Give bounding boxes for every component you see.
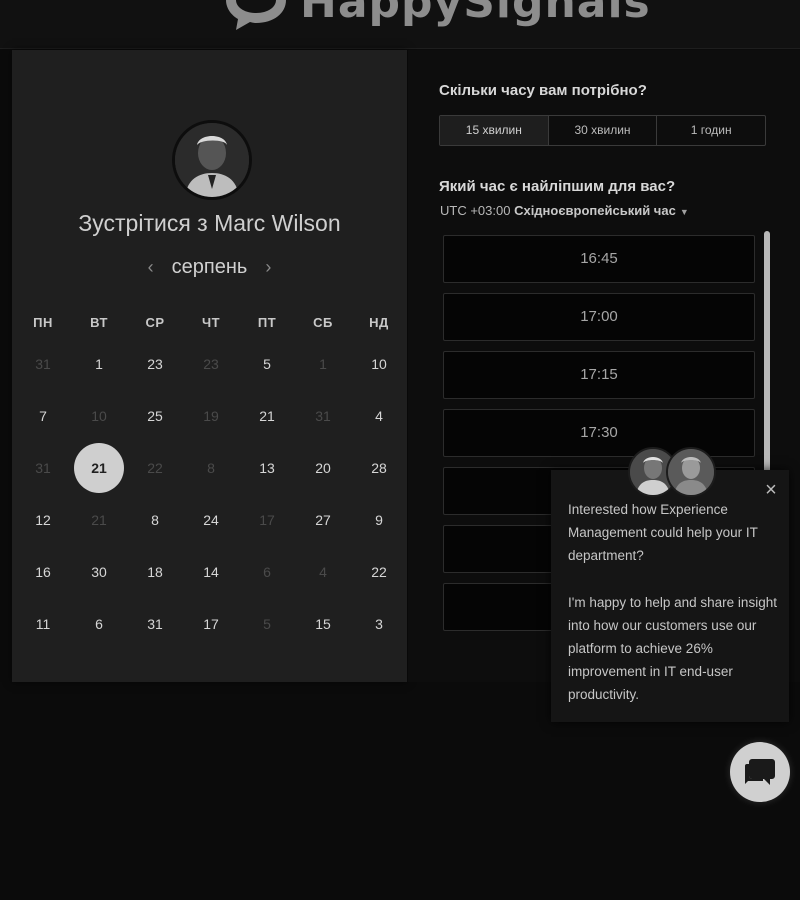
- chat-popup: × Interested how Experience Management c…: [551, 470, 789, 722]
- calendar-day[interactable]: 16: [18, 547, 68, 597]
- calendar-day[interactable]: 13: [242, 443, 292, 493]
- calendar-day[interactable]: 15: [298, 599, 348, 649]
- calendar-week-row: 31 21 22 8 13 20 28: [15, 442, 407, 494]
- top-header: HappySignals: [0, 0, 800, 49]
- calendar-day[interactable]: 12: [18, 495, 68, 545]
- calendar-day[interactable]: 1: [74, 339, 124, 389]
- calendar-day: 8: [207, 460, 215, 476]
- host-avatar: [172, 120, 252, 200]
- next-month-button[interactable]: ›: [261, 257, 275, 278]
- time-slot[interactable]: 17:00: [443, 293, 755, 341]
- calendar-day: 19: [203, 408, 219, 424]
- calendar-day: 10: [91, 408, 107, 424]
- chat-launcher-button[interactable]: [730, 742, 790, 802]
- duration-question: Скільки часу вам потрібно?: [439, 82, 647, 99]
- weekday-label: СБ: [313, 314, 333, 330]
- weekday-label: ЧТ: [201, 314, 221, 330]
- person-photo-icon: [175, 123, 249, 197]
- meeting-title: Зустрітися з Marc Wilson: [78, 210, 341, 236]
- calendar-day[interactable]: 18: [130, 547, 180, 597]
- weekday-label: НД: [369, 314, 389, 330]
- calendar-week-row: 16 30 18 14 6 4 22: [15, 546, 407, 598]
- calendar-day[interactable]: 22: [354, 547, 404, 597]
- calendar-day: 31: [35, 356, 51, 372]
- calendar-day[interactable]: 30: [74, 547, 124, 597]
- time-slot[interactable]: 17:15: [443, 351, 755, 399]
- calendar-day: 6: [263, 564, 271, 580]
- calendar-day: 1: [319, 356, 327, 372]
- month-navigation: ‹ серпень ›: [12, 256, 407, 279]
- chat-message-paragraph: Interested how Experience Management cou…: [568, 502, 758, 564]
- calendar-day[interactable]: 3: [354, 599, 404, 649]
- calendar-day[interactable]: 7: [18, 391, 68, 441]
- calendar-day: 5: [263, 616, 271, 632]
- chat-bubble-icon: [745, 759, 775, 785]
- calendar-day[interactable]: 17: [186, 599, 236, 649]
- calendar-day: 23: [203, 356, 219, 372]
- weekday-label: ПН: [33, 314, 53, 330]
- close-icon[interactable]: ×: [761, 480, 781, 500]
- calendar-day[interactable]: 20: [298, 443, 348, 493]
- calendar-day[interactable]: 9: [354, 495, 404, 545]
- timezone-selector[interactable]: UTC +03:00 Східноєвропейський час ▼: [440, 203, 689, 218]
- duration-option-30[interactable]: 30 хвилин: [549, 116, 658, 145]
- calendar-week-row: 7 10 25 19 21 31 4: [15, 390, 407, 442]
- chat-message: Interested how Experience Management cou…: [568, 498, 778, 730]
- calendar-day[interactable]: 28: [354, 443, 404, 493]
- calendar-weeks: 31 1 23 23 5 1 10 7 10 25 19 21 31 4 31 21 22 8 13 20 28 12 21…: [15, 338, 407, 650]
- calendar-panel: Зустрітися з Marc Wilson ‹ серпень › ПН …: [12, 50, 407, 682]
- calendar-day[interactable]: 31: [130, 599, 180, 649]
- calendar-day: 31: [35, 460, 51, 476]
- timezone-offset: UTC +03:00: [440, 203, 511, 218]
- weekday-label: ПТ: [257, 314, 277, 330]
- scrollbar-thumb[interactable]: [764, 231, 770, 501]
- weekday-label: ВТ: [90, 314, 108, 330]
- calendar-day: 4: [319, 564, 327, 580]
- calendar-day: 22: [147, 460, 163, 476]
- calendar-day[interactable]: 14: [186, 547, 236, 597]
- agent-avatar: [666, 447, 716, 497]
- timezone-name: Східноєвропейський час: [514, 203, 676, 218]
- duration-selector: 15 хвилин 30 хвилин 1 годин: [439, 115, 766, 146]
- calendar-day-selected[interactable]: 21: [74, 443, 124, 493]
- time-slot[interactable]: 16:45: [443, 235, 755, 283]
- weekday-header-row: ПН ВТ СР ЧТ ПТ СБ НД: [15, 306, 407, 338]
- chat-message-paragraph: I'm happy to help and share insight into…: [568, 594, 777, 703]
- calendar-day[interactable]: 8: [130, 495, 180, 545]
- time-question: Який час є найліпшим для вас?: [439, 178, 676, 195]
- prev-month-button[interactable]: ‹: [144, 257, 158, 278]
- calendar-day[interactable]: 21: [242, 391, 292, 441]
- person-photo-icon: [668, 449, 714, 495]
- happysignals-logo[interactable]: HappySignals: [222, 0, 651, 30]
- calendar-day[interactable]: 23: [130, 339, 180, 389]
- weekday-label: СР: [145, 314, 165, 330]
- calendar-day: 17: [259, 512, 275, 528]
- month-label: серпень: [171, 256, 248, 278]
- duration-option-15[interactable]: 15 хвилин: [440, 116, 549, 145]
- calendar-day: 31: [315, 408, 331, 424]
- speech-bubble-logo-icon: [226, 0, 286, 30]
- calendar-day[interactable]: 25: [130, 391, 180, 441]
- calendar-day[interactable]: 5: [242, 339, 292, 389]
- caret-down-icon: ▼: [679, 207, 689, 217]
- calendar-day[interactable]: 10: [354, 339, 404, 389]
- calendar-day[interactable]: 24: [186, 495, 236, 545]
- calendar-grid: ПН ВТ СР ЧТ ПТ СБ НД 31 1 23 23 5 1 10 7 10 25 19 2…: [15, 306, 407, 650]
- calendar-week-row: 31 1 23 23 5 1 10: [15, 338, 407, 390]
- logo-text: HappySignals: [300, 0, 651, 28]
- calendar-day[interactable]: 6: [74, 599, 124, 649]
- calendar-day: 21: [91, 512, 107, 528]
- calendar-week-row: 12 21 8 24 17 27 9: [15, 494, 407, 546]
- calendar-day[interactable]: 4: [354, 391, 404, 441]
- calendar-day[interactable]: 27: [298, 495, 348, 545]
- calendar-week-row: 11 6 31 17 5 15 3: [15, 598, 407, 650]
- duration-option-60[interactable]: 1 годин: [657, 116, 765, 145]
- calendar-day[interactable]: 11: [18, 599, 68, 649]
- chat-agent-avatars: [628, 447, 718, 497]
